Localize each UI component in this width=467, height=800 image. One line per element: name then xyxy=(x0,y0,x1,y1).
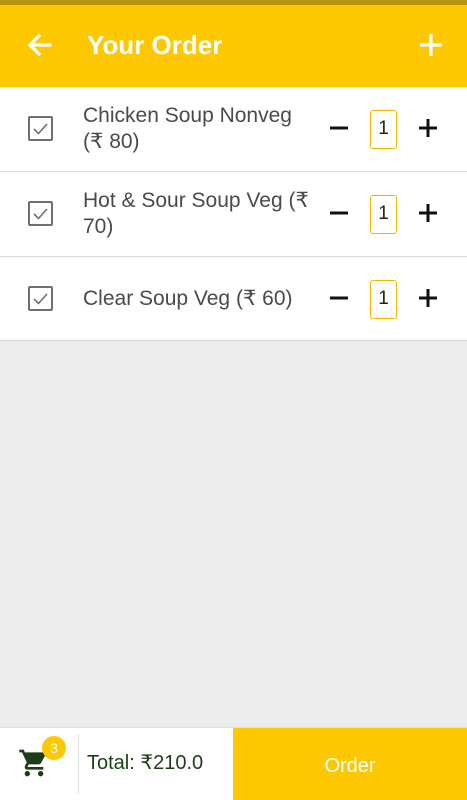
item-label: Hot & Sour Soup Veg (₹ 70) xyxy=(83,188,318,240)
increase-button[interactable] xyxy=(417,202,439,224)
cart-count-badge: 3 xyxy=(42,736,66,760)
list-item: Hot & Sour Soup Veg (₹ 70) 1 xyxy=(0,172,467,257)
item-checkbox[interactable] xyxy=(28,286,53,311)
arrow-left-icon[interactable] xyxy=(24,29,56,61)
list-item: Chicken Soup Nonveg (₹ 80) 1 xyxy=(0,87,467,172)
item-name: Chicken Soup Nonveg xyxy=(83,104,292,127)
minus-icon xyxy=(330,296,348,300)
decrease-button[interactable] xyxy=(328,117,350,139)
item-price: (₹ 80) xyxy=(83,130,140,153)
divider xyxy=(78,734,79,794)
decrease-button[interactable] xyxy=(328,287,350,309)
app-bar: Your Order xyxy=(0,5,467,87)
plus-icon xyxy=(419,289,437,307)
order-list: Chicken Soup Nonveg (₹ 80) 1 Hot & Sour … xyxy=(0,87,467,341)
plus-icon xyxy=(419,204,437,222)
check-icon xyxy=(33,293,48,305)
bottom-bar: 3 Total: ₹210.0 Order xyxy=(0,727,467,800)
check-icon xyxy=(33,123,48,135)
check-icon xyxy=(33,208,48,220)
item-label: Clear Soup Veg (₹ 60) xyxy=(83,286,318,312)
order-button[interactable]: Order xyxy=(233,728,467,800)
list-item: Clear Soup Veg (₹ 60) 1 xyxy=(0,257,467,341)
quantity-field[interactable]: 1 xyxy=(370,195,397,234)
minus-icon xyxy=(330,211,348,215)
page-title: Your Order xyxy=(87,30,223,60)
plus-icon xyxy=(419,119,437,137)
quantity-field[interactable]: 1 xyxy=(370,110,397,149)
plus-icon[interactable] xyxy=(415,29,447,61)
item-price: (₹ 60) xyxy=(235,286,293,310)
item-label: Chicken Soup Nonveg (₹ 80) xyxy=(83,103,318,155)
item-checkbox[interactable] xyxy=(28,201,53,226)
item-name: Hot & Sour Soup Veg xyxy=(83,189,283,212)
increase-button[interactable] xyxy=(417,287,439,309)
item-checkbox[interactable] xyxy=(28,116,53,141)
minus-icon xyxy=(330,126,348,130)
item-name: Clear Soup Veg xyxy=(83,286,231,310)
increase-button[interactable] xyxy=(417,117,439,139)
total-amount: Total: ₹210.0 xyxy=(87,752,204,774)
decrease-button[interactable] xyxy=(328,202,350,224)
quantity-field[interactable]: 1 xyxy=(370,280,397,319)
